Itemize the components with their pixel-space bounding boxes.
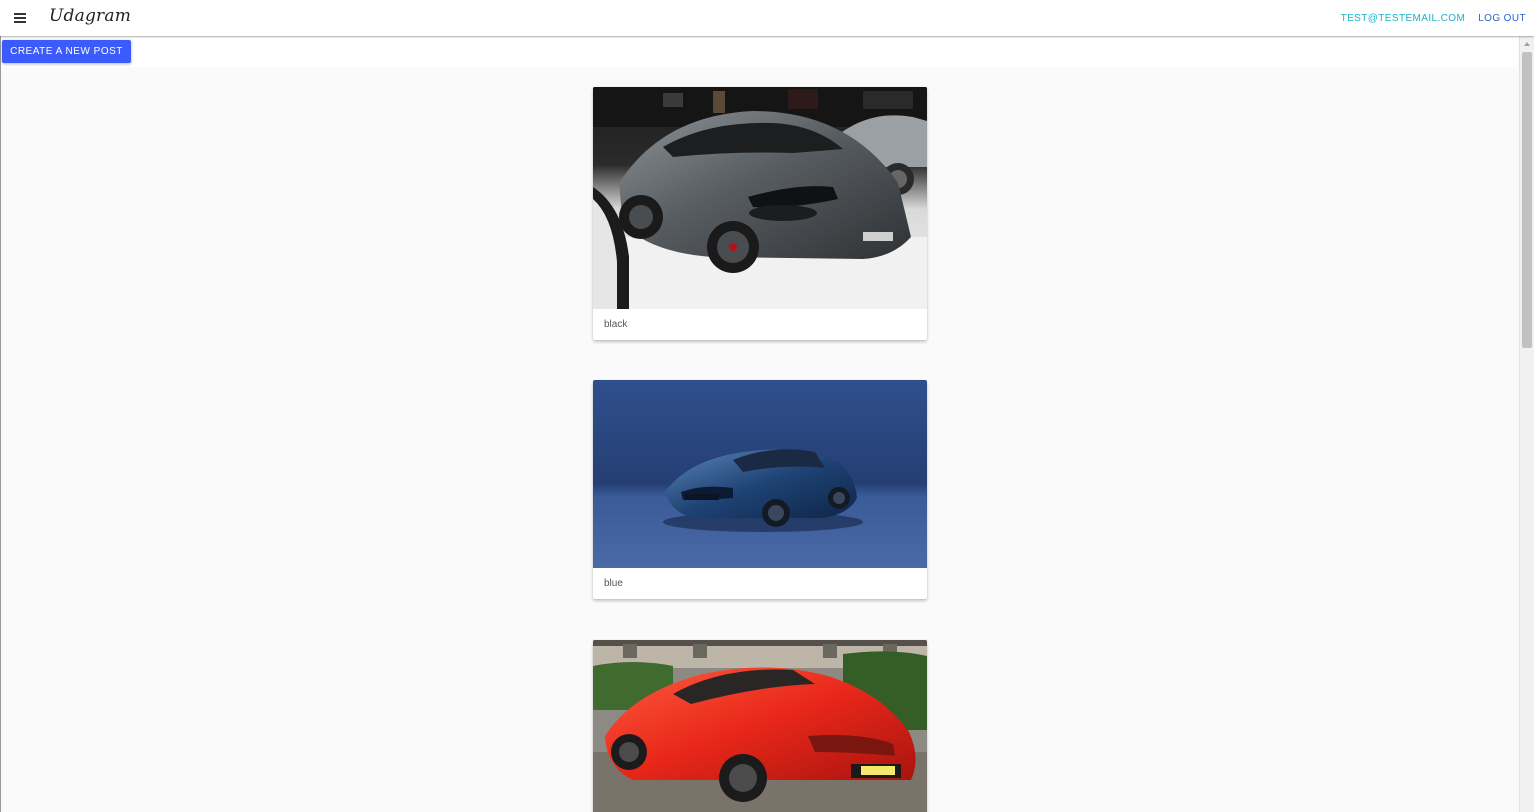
- post-card[interactable]: black: [593, 87, 927, 340]
- nav-links: TEST@TESTEMAIL.COM LOG OUT: [1341, 0, 1526, 36]
- scroll-up-arrow-icon[interactable]: [1524, 42, 1530, 46]
- post-image[interactable]: [593, 87, 927, 309]
- action-bar: [1, 37, 1518, 67]
- post-image[interactable]: [593, 380, 927, 568]
- app-window: Udagram TEST@TESTEMAIL.COM LOG OUT CREAT…: [0, 0, 1534, 812]
- post-card[interactable]: [593, 640, 927, 812]
- page-scrollbar[interactable]: [1519, 36, 1534, 812]
- post-caption: black: [604, 319, 628, 330]
- post-card[interactable]: blue: [593, 380, 927, 599]
- window-edge: [0, 36, 1, 812]
- create-post-button[interactable]: CREATE A NEW POST: [2, 40, 131, 63]
- car-photo-grey: [593, 87, 927, 309]
- user-email-link[interactable]: TEST@TESTEMAIL.COM: [1341, 13, 1466, 24]
- post-image[interactable]: [593, 640, 927, 812]
- scrollbar-thumb[interactable]: [1522, 52, 1532, 348]
- top-toolbar: Udagram TEST@TESTEMAIL.COM LOG OUT: [0, 0, 1534, 36]
- logout-link[interactable]: LOG OUT: [1478, 13, 1526, 24]
- menu-icon[interactable]: [8, 6, 32, 30]
- brand-title[interactable]: Udagram: [49, 6, 131, 26]
- post-caption: blue: [604, 578, 623, 589]
- car-photo-red: [593, 640, 927, 812]
- car-photo-blue: [593, 380, 927, 568]
